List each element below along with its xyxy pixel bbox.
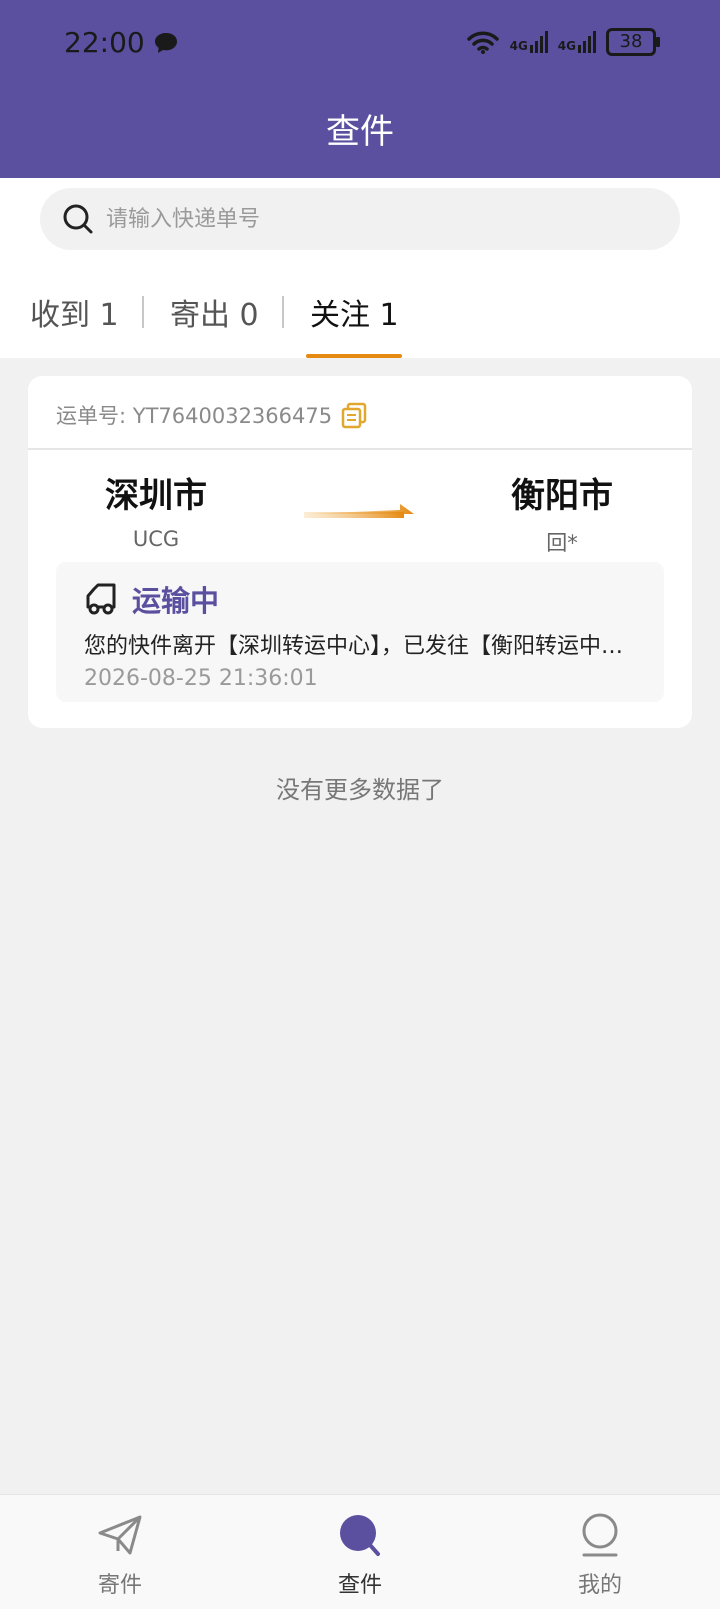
battery-icon: 38 xyxy=(606,28,660,56)
destination-city: 衡阳市 xyxy=(511,476,613,516)
tab-sent[interactable]: 寄出 0 xyxy=(170,266,259,358)
send-icon xyxy=(98,1515,142,1555)
status-timestamp: 2026-08-25 21:36:01 xyxy=(84,666,318,691)
tab-divider xyxy=(282,296,284,328)
origin-sender: UCG xyxy=(132,527,180,551)
waybill-row: 运单号: YT7640032366475 xyxy=(56,400,368,430)
search-input[interactable] xyxy=(104,205,628,233)
nav-profile[interactable]: 我的 xyxy=(540,1513,660,1599)
search-icon xyxy=(340,1515,380,1556)
clock: 22:00 xyxy=(64,26,145,59)
truck-icon xyxy=(86,583,116,615)
profile-icon xyxy=(582,1513,618,1557)
message-icon xyxy=(154,32,177,53)
waybill-number: 运单号: YT7640032366475 xyxy=(56,404,333,428)
status-icons: 4G 4G 38 xyxy=(466,28,660,56)
network-type-label: 4G xyxy=(509,39,528,53)
origin-city: 深圳市 xyxy=(105,476,207,516)
destination: 衡阳市 回* xyxy=(462,468,662,557)
app-header: 22:00 4G 4G 38 查件 xyxy=(0,0,720,178)
signal-1: 4G xyxy=(510,31,548,53)
page-title: 查件 xyxy=(326,112,394,152)
nav-track[interactable]: 查件 xyxy=(300,1513,420,1599)
nav-profile-label: 我的 xyxy=(577,1573,622,1598)
shipment-status: 运输中 xyxy=(132,584,220,618)
tab-following[interactable]: 关注 1 xyxy=(310,266,399,358)
signal-2: 4G xyxy=(558,31,596,53)
origin: 深圳市 UCG xyxy=(56,468,256,551)
bottom-navigation: 寄件 查件 我的 xyxy=(0,1494,720,1609)
nav-send[interactable]: 寄件 xyxy=(60,1513,180,1599)
search-bar[interactable] xyxy=(40,188,680,250)
search-icon xyxy=(63,204,93,234)
search-tab-panel: 收到 1 寄出 0 关注 1 xyxy=(0,178,720,358)
route-arrow-icon xyxy=(304,504,414,518)
signal-bars-icon xyxy=(529,31,548,53)
wifi-icon xyxy=(466,31,499,54)
destination-recipient: 回* xyxy=(546,531,578,555)
copy-icon[interactable] xyxy=(340,401,368,429)
active-tab-indicator xyxy=(306,354,402,358)
tab-divider xyxy=(142,296,144,328)
signal-bars-icon xyxy=(578,31,596,53)
nav-send-label: 寄件 xyxy=(97,1573,142,1598)
card-divider xyxy=(28,448,692,450)
status-bar-time: 22:00 xyxy=(64,26,179,59)
status-header: 运输中 xyxy=(84,578,219,620)
nav-track-label: 查件 xyxy=(337,1573,382,1598)
tab-bar: 收到 1 寄出 0 关注 1 xyxy=(0,266,720,358)
network-type-label: 4G xyxy=(557,39,576,53)
tab-received[interactable]: 收到 1 xyxy=(30,266,119,358)
battery-level: 38 xyxy=(619,31,643,52)
status-description: 您的快件离开【深圳转运中心】，已发往【衡阳转运中心】 xyxy=(84,634,644,659)
shipment-card[interactable]: 运单号: YT7640032366475 深圳市 UCG 衡阳市 回* 运输中 … xyxy=(28,376,692,728)
tracking-status-box: 运输中 您的快件离开【深圳转运中心】，已发往【衡阳转运中心】 2026-08-2… xyxy=(56,562,664,702)
no-more-data-text: 没有更多数据了 xyxy=(276,776,444,804)
